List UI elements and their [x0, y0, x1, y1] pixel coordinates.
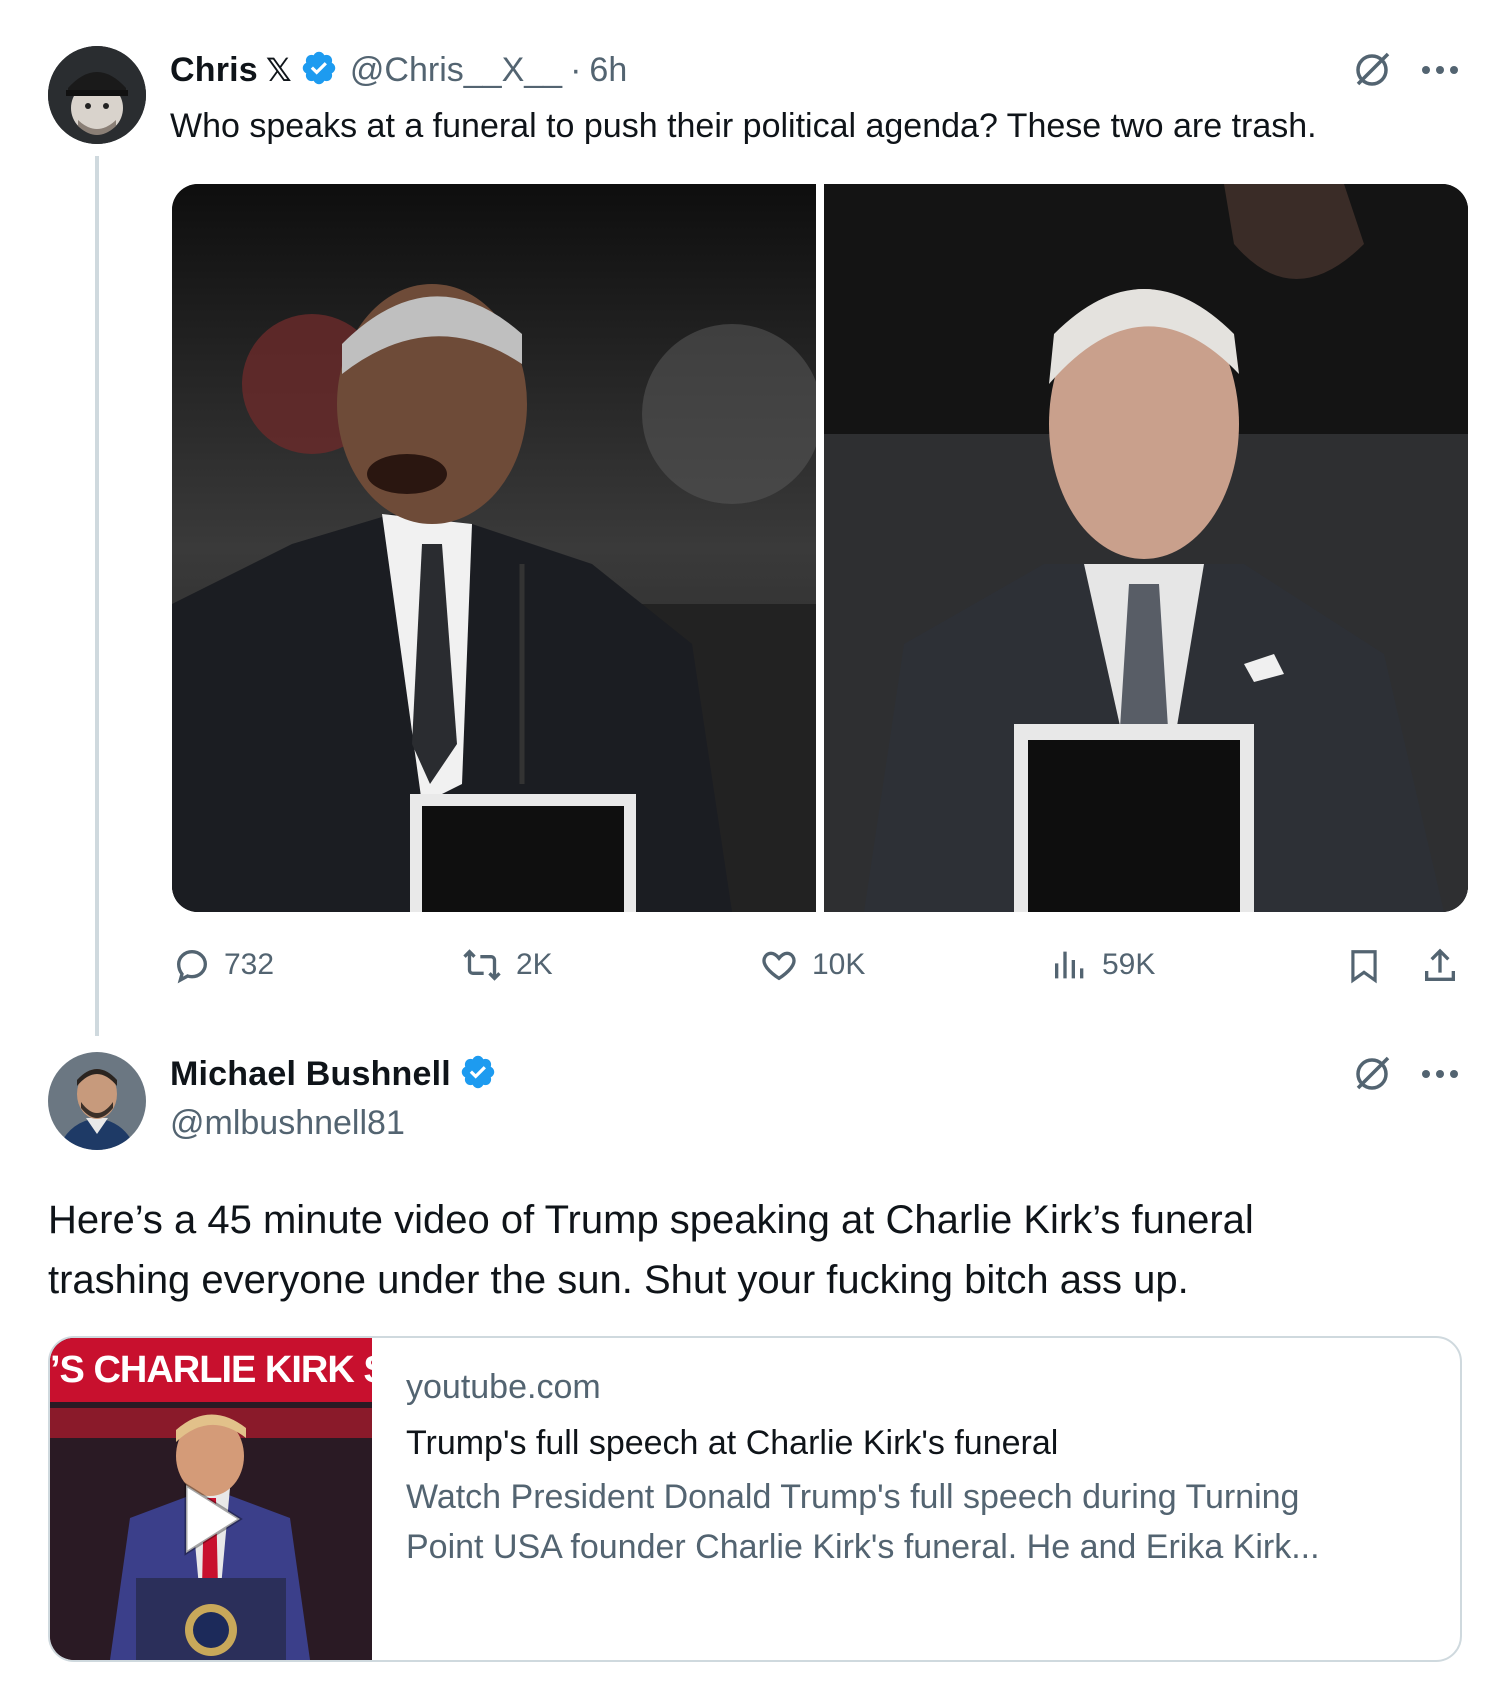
- author-handle[interactable]: @mlbushnell81: [170, 1104, 405, 1143]
- card-description-line-1: Watch President Donald Trump's full spee…: [406, 1478, 1300, 1516]
- card-description: Watch President Donald Trump's full spee…: [406, 1472, 1320, 1572]
- repost-icon: [463, 949, 501, 981]
- repost-count: 2K: [516, 948, 553, 981]
- avatar[interactable]: [48, 46, 146, 144]
- card-thumbnail-banner: ’S CHARLIE KIRK SI: [50, 1338, 372, 1402]
- media-grid[interactable]: [172, 184, 1468, 912]
- grok-icon[interactable]: [1350, 48, 1394, 92]
- media-image-left[interactable]: [172, 184, 816, 912]
- like-button[interactable]: 10K: [758, 945, 865, 985]
- tweet-header: Michael Bushnell: [170, 1052, 497, 1096]
- verified-icon: [459, 1053, 497, 1096]
- repost-button[interactable]: 2K: [460, 945, 553, 985]
- like-count: 10K: [812, 948, 866, 981]
- card-description-line-2: Point USA founder Charlie Kirk's funeral…: [406, 1528, 1320, 1566]
- tweet-text: Who speaks at a funeral to push their po…: [170, 107, 1317, 145]
- reply-icon: [176, 949, 208, 984]
- timestamp[interactable]: 6h: [589, 51, 627, 90]
- grok-icon[interactable]: [1350, 1052, 1394, 1096]
- thread-line: [95, 156, 99, 1036]
- views-button[interactable]: 59K: [1050, 945, 1155, 985]
- views-count: 59K: [1102, 948, 1156, 981]
- author-handle[interactable]: @Chris__X__: [350, 51, 562, 90]
- link-card[interactable]: ’S CHARLIE KIRK SI youtube.com Trump's f…: [48, 1336, 1462, 1662]
- x-mark: 𝕏: [265, 52, 292, 88]
- card-title[interactable]: Trump's full speech at Charlie Kirk's fu…: [406, 1424, 1058, 1463]
- verified-icon: [300, 49, 338, 92]
- author-name[interactable]: Michael Bushnell: [170, 1055, 451, 1094]
- tweet-text: Here’s a 45 minute video of Trump speaki…: [48, 1190, 1254, 1310]
- play-icon[interactable]: [166, 1474, 256, 1564]
- avatar[interactable]: [48, 1052, 146, 1150]
- share-icon[interactable]: [1418, 944, 1462, 988]
- reply-button[interactable]: 732: [172, 945, 274, 985]
- views-icon: [1055, 951, 1084, 979]
- tweet-text-line-1: Here’s a 45 minute video of Trump speaki…: [48, 1198, 1254, 1242]
- media-image-right[interactable]: [824, 184, 1468, 912]
- bookmark-icon[interactable]: [1342, 944, 1386, 988]
- card-thumbnail[interactable]: ’S CHARLIE KIRK SI: [50, 1338, 372, 1660]
- tweet-header: Chris 𝕏 @Chris__X__ · 6h: [170, 48, 627, 92]
- card-domain: youtube.com: [406, 1368, 601, 1406]
- more-icon[interactable]: [1418, 50, 1462, 90]
- more-icon[interactable]: [1418, 1054, 1462, 1094]
- like-icon: [762, 951, 796, 981]
- time-separator: ·: [570, 50, 582, 89]
- tweet-text-line-2: trashing everyone under the sun. Shut yo…: [48, 1258, 1189, 1302]
- author-name[interactable]: Chris: [170, 51, 258, 90]
- reply-count: 732: [224, 948, 275, 981]
